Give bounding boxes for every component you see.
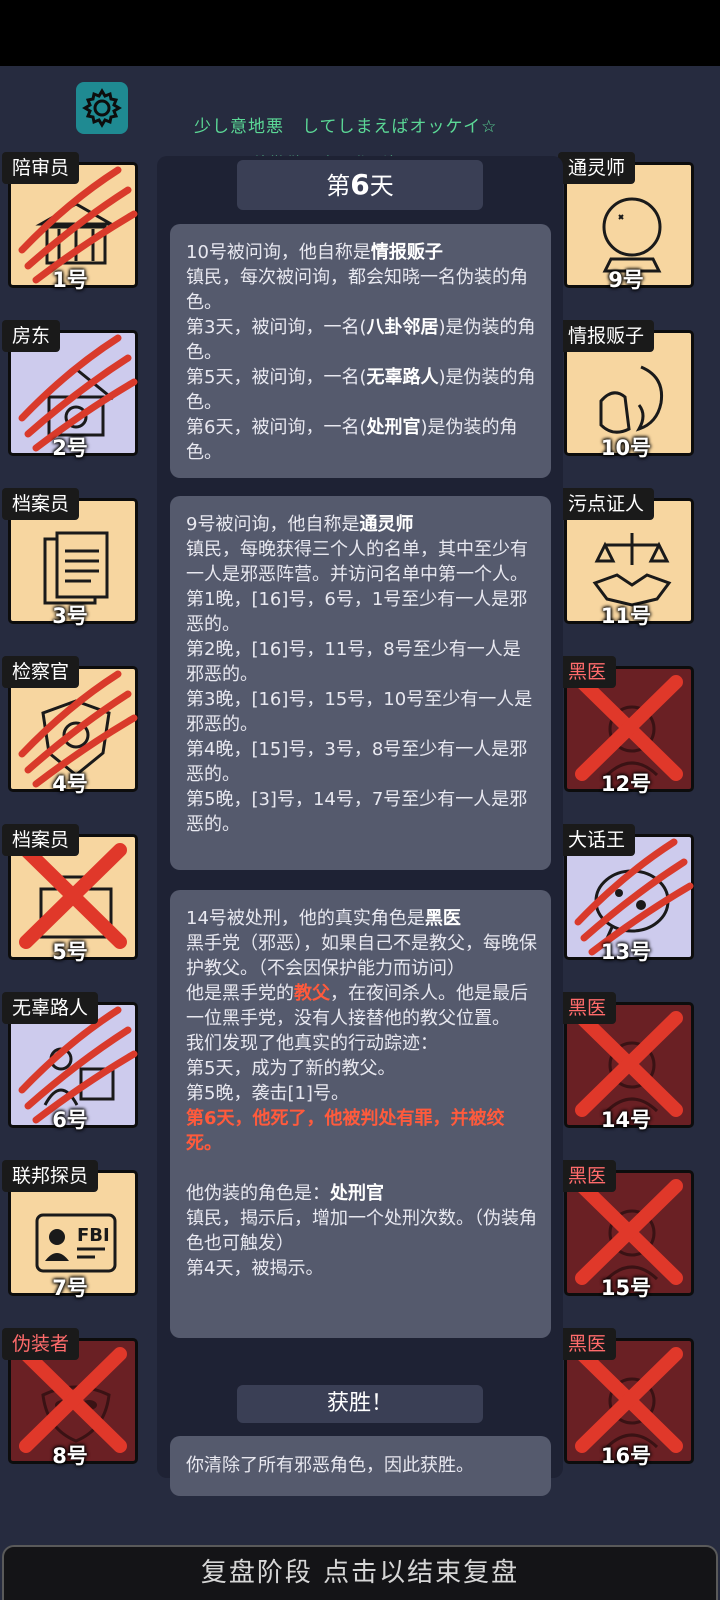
win-message-box: 你清除了所有邪恶角色，因此获胜。 — [170, 1436, 551, 1496]
player-card-12号[interactable]: 黑医 12号 — [558, 656, 694, 796]
end-review-button[interactable]: 复盘阶段 点击以结束复盘 — [2, 1545, 718, 1600]
player-card-13号[interactable]: 大话王 13号 — [558, 824, 694, 964]
role-label: 档案员 — [2, 824, 80, 856]
gear-icon — [82, 88, 122, 128]
role-label: 大话王 — [558, 824, 636, 856]
role-label: 通灵师 — [558, 152, 636, 184]
role-label: 档案员 — [2, 488, 80, 520]
status-bar — [0, 0, 720, 66]
player-number: 11号 — [600, 604, 652, 628]
player-number: 6号 — [52, 1108, 88, 1132]
player-card-7号[interactable]: FBI 联邦探员 7号 — [2, 1160, 138, 1300]
day-title: 第6天 — [237, 160, 483, 210]
info-box-informant: 10号被问询，他自称是情报贩子 镇民，每次被问询，都会知晓一名伪装的角色。 第3… — [170, 224, 551, 478]
player-number: 10号 — [600, 436, 652, 460]
player-number: 12号 — [600, 772, 652, 796]
player-card-6号[interactable]: 无辜路人 6号 — [2, 992, 138, 1132]
player-card-16号[interactable]: 黑医 16号 — [558, 1328, 694, 1468]
role-label: 黑医 — [558, 656, 617, 688]
player-card-1号[interactable]: 陪审员 1号 — [2, 152, 138, 292]
role-label: 黑医 — [558, 1328, 617, 1360]
player-card-2号[interactable]: 房东 2号 — [2, 320, 138, 460]
player-card-10号[interactable]: 情报贩子 10号 — [558, 320, 694, 460]
player-number: 5号 — [52, 940, 88, 964]
player-card-11号[interactable]: 污点证人 11号 — [558, 488, 694, 628]
role-label: 黑医 — [558, 1160, 617, 1192]
player-number: 16号 — [600, 1444, 652, 1468]
info-box-execution: 14号被处刑，他的真实角色是黑医 黑手党（邪恶），如果自己不是教父，每晚保护教父… — [170, 890, 551, 1338]
player-card-15号[interactable]: 黑医 15号 — [558, 1160, 694, 1300]
win-title: 获胜！ — [237, 1385, 483, 1423]
role-label: 无辜路人 — [2, 992, 99, 1024]
marquee-line-1: 少し意地悪 してしまえばオッケイ☆ — [194, 117, 498, 137]
player-card-5号[interactable]: 档案员 5号 — [2, 824, 138, 964]
svg-text:FBI: FBI — [77, 1225, 110, 1246]
role-label: 房东 — [2, 320, 61, 352]
player-number: 7号 — [52, 1276, 88, 1300]
player-number: 4号 — [52, 772, 88, 796]
role-label: 情报贩子 — [558, 320, 655, 352]
player-number: 1号 — [52, 268, 88, 292]
info-box-psychic: 9号被问询，他自称是通灵师 镇民，每晚获得三个人的名单，其中至少有一人是邪恶阵营… — [170, 496, 551, 870]
player-number: 15号 — [600, 1276, 652, 1300]
player-card-3号[interactable]: 档案员 3号 — [2, 488, 138, 628]
role-label: 检察官 — [2, 656, 80, 688]
player-number: 8号 — [52, 1444, 88, 1468]
role-label: 陪审员 — [2, 152, 80, 184]
player-number: 14号 — [600, 1108, 652, 1132]
player-number: 13号 — [600, 940, 652, 964]
player-card-14号[interactable]: 黑医 14号 — [558, 992, 694, 1132]
player-card-9号[interactable]: 通灵师 9号 — [558, 152, 694, 292]
player-number: 2号 — [52, 436, 88, 460]
player-number: 3号 — [52, 604, 88, 628]
player-card-8号[interactable]: 伪装者 8号 — [2, 1328, 138, 1468]
role-label: 污点证人 — [558, 488, 655, 520]
role-label: 联邦探员 — [2, 1160, 99, 1192]
settings-button[interactable] — [76, 82, 128, 134]
player-number: 9号 — [608, 268, 644, 292]
role-label: 伪装者 — [2, 1328, 80, 1360]
player-card-4号[interactable]: 检察官 4号 — [2, 656, 138, 796]
role-label: 黑医 — [558, 992, 617, 1024]
